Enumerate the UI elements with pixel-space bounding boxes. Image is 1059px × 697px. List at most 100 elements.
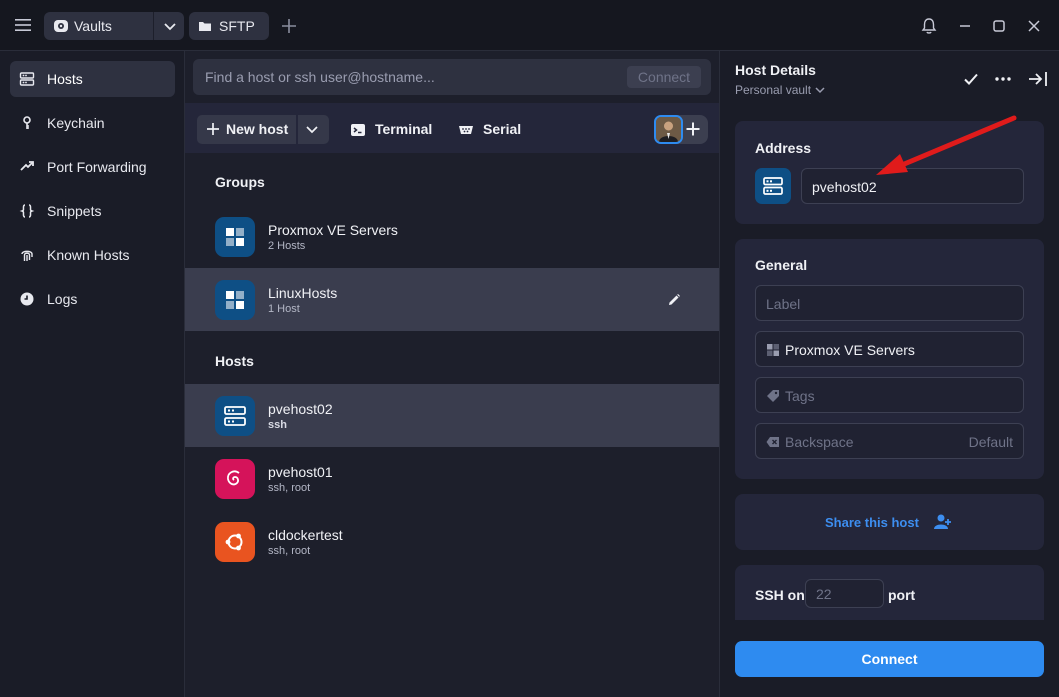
details-title: Host Details [735,62,816,78]
chevron-down-icon[interactable] [814,84,826,96]
bell-icon[interactable] [920,17,938,35]
ssh-on-label: SSH on [755,587,805,603]
serial-port-icon [459,126,473,134]
group-icon [215,217,255,257]
server-icon [215,396,255,436]
host-row-pvehost02[interactable]: pvehost02 ssh [185,384,719,447]
sidebar-item-label: Known Hosts [47,247,130,263]
folder-icon [199,22,211,31]
search-connect-button[interactable]: Connect [627,66,701,88]
port-label: port [888,587,916,603]
avatar[interactable] [654,115,683,144]
address-heading: Address [755,140,812,156]
tab-sftp-label: SFTP [219,18,255,34]
share-host-button[interactable]: Share this host [825,515,919,530]
sidebar-item-label: Logs [47,291,78,307]
port-forward-icon [20,161,34,171]
backspace-default: Default [968,434,1013,450]
hamburger-menu-icon[interactable] [14,16,32,34]
group-subtitle: 1 Host [268,303,300,315]
terminal-icon [351,124,365,136]
more-options-icon[interactable] [994,71,1012,87]
close-icon[interactable] [1025,17,1043,35]
terminal-label: Terminal [375,121,433,137]
team-avatars[interactable] [654,115,708,144]
new-tab-plus-icon[interactable] [280,17,298,35]
add-member-plus-icon[interactable] [685,121,701,137]
address-value: pvehost02 [812,179,877,195]
host-title: cldockertest [268,527,343,543]
sidebar-item-label: Hosts [47,71,83,87]
group-title: Proxmox VE Servers [268,222,398,238]
port-placeholder: 22 [816,586,832,602]
ubuntu-icon [215,522,255,562]
host-title: pvehost02 [268,401,333,417]
group-value: Proxmox VE Servers [785,342,915,358]
label-input[interactable]: Label [755,285,1024,321]
sidebar-item-label: Snippets [47,203,102,219]
sidebar-item-label: Port Forwarding [47,159,147,175]
maximize-icon[interactable] [990,17,1008,35]
group-select[interactable]: Proxmox VE Servers [755,331,1024,367]
hosts-heading: Hosts [215,353,254,369]
chevron-down-icon[interactable] [305,122,319,136]
backspace-label: Backspace [785,434,854,450]
annotation-arrow-icon [876,115,1017,175]
checkmark-icon[interactable] [963,71,979,87]
sidebar-item-hosts[interactable]: Hosts [10,61,175,97]
label-placeholder: Label [766,296,801,312]
host-subtitle: ssh [268,419,287,431]
pencil-edit-icon[interactable] [666,292,682,308]
server-icon [755,168,791,204]
host-subtitle: ssh, root [268,482,311,494]
user-photo-icon [656,117,681,142]
clock-icon [20,292,34,306]
fingerprint-icon [21,250,33,261]
host-title: pvehost01 [268,464,333,480]
groups-heading: Groups [215,174,265,190]
tab-vaults-label: Vaults [74,18,112,34]
group-row-linuxhosts[interactable]: LinuxHosts 1 Host [185,268,719,331]
vault-selector[interactable]: Personal vault [735,83,811,97]
host-row-pvehost01[interactable]: pvehost01 ssh, root [185,447,719,510]
hosts-icon [19,72,35,86]
chevron-down-icon[interactable] [162,18,178,34]
collapse-panel-icon[interactable] [1028,70,1048,88]
plus-icon [207,123,219,135]
backspace-select[interactable]: Backspace Default [755,423,1024,459]
general-card: General Label Proxmox VE Servers Tags Ba… [735,239,1044,479]
new-host-button[interactable]: New host [197,115,329,144]
host-subtitle: ssh, root [268,545,311,557]
sidebar-item-keychain[interactable]: Keychain [10,105,175,141]
tab-sftp[interactable]: SFTP [189,12,269,40]
sidebar-item-logs[interactable]: Logs [10,281,175,317]
connect-button[interactable]: Connect [735,641,1044,677]
minimize-icon[interactable] [956,17,974,35]
search-input[interactable]: Find a host or ssh user@hostname... Conn… [193,59,711,95]
backspace-icon [766,437,779,447]
group-icon [215,280,255,320]
group-title: LinuxHosts [268,285,338,301]
general-heading: General [755,257,808,273]
braces-icon [19,204,35,218]
group-icon [767,344,779,356]
sidebar-item-known-hosts[interactable]: Known Hosts [10,237,175,273]
key-icon [23,116,31,129]
group-row-proxmox[interactable]: Proxmox VE Servers 2 Hosts [185,205,719,268]
sidebar-item-snippets[interactable]: Snippets [10,193,175,229]
ssh-port-input[interactable]: 22 [805,579,884,608]
serial-label: Serial [483,121,522,137]
sidebar-item-label: Keychain [47,115,105,131]
tab-vaults[interactable]: Vaults [44,12,184,40]
tags-input[interactable]: Tags [755,377,1024,413]
group-subtitle: 2 Hosts [268,240,306,252]
vault-icon [54,20,68,32]
host-row-cldockertest[interactable]: cldockertest ssh, root [185,510,719,573]
tag-icon [767,390,779,402]
sidebar-item-port-forwarding[interactable]: Port Forwarding [10,149,175,185]
search-placeholder: Find a host or ssh user@hostname... [205,69,435,85]
sidebar: Hosts Keychain Port Forwarding Snippets … [0,51,185,697]
share-host-card[interactable]: Share this host [735,494,1044,550]
tags-placeholder: Tags [785,388,815,404]
share-users-icon [934,514,951,529]
